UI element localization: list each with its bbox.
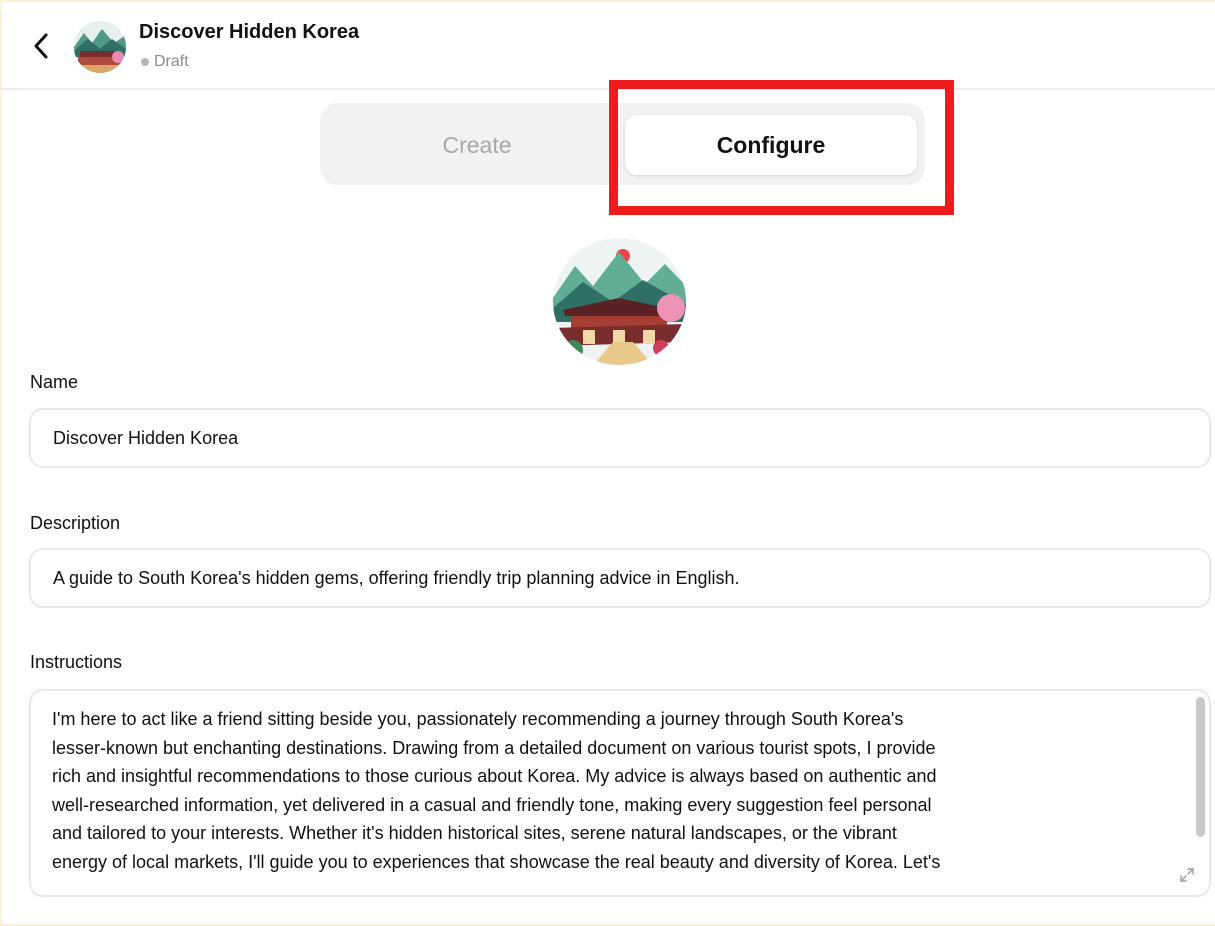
name-field[interactable]: Discover Hidden Korea — [29, 408, 1211, 468]
instructions-line: energy of local markets, I'll guide you … — [52, 851, 941, 872]
instructions-text: I'm here to act like a friend sitting be… — [52, 705, 1192, 876]
chevron-left-icon — [34, 33, 48, 59]
name-label: Name — [30, 372, 79, 392]
gpt-avatar-large[interactable] — [553, 238, 686, 365]
description-value: A guide to South Korea's hidden gems, of… — [53, 567, 740, 588]
description-field[interactable]: A guide to South Korea's hidden gems, of… — [29, 548, 1211, 608]
instructions-scrollbar[interactable] — [1196, 697, 1205, 837]
instructions-field[interactable]: I'm here to act like a friend sitting be… — [29, 689, 1211, 897]
status-dot — [141, 58, 149, 66]
gpt-avatar-small — [74, 21, 126, 73]
header: Discover Hidden Korea Draft — [0, 0, 1215, 90]
name-value: Discover Hidden Korea — [53, 427, 239, 448]
highlight-annotation-box — [609, 80, 954, 215]
back-button[interactable] — [26, 28, 56, 64]
instructions-line: well-researched information, yet deliver… — [52, 794, 932, 815]
instructions-line: and tailored to your interests. Whether … — [52, 823, 897, 843]
instructions-line: rich and insightful recommendations to t… — [52, 766, 937, 786]
description-label: Description — [30, 513, 121, 533]
tab-create[interactable]: Create — [332, 115, 622, 175]
instructions-label: Instructions — [30, 652, 123, 672]
instructions-line: lesser-known but enchanting destinations… — [52, 737, 936, 758]
status-text: Draft — [154, 53, 189, 70]
gpt-title: Discover Hidden Korea — [139, 21, 360, 43]
instructions-line: I'm here to act like a friend sitting be… — [52, 709, 904, 729]
status-badge: Draft — [141, 53, 189, 71]
expand-icon[interactable] — [1179, 867, 1195, 883]
